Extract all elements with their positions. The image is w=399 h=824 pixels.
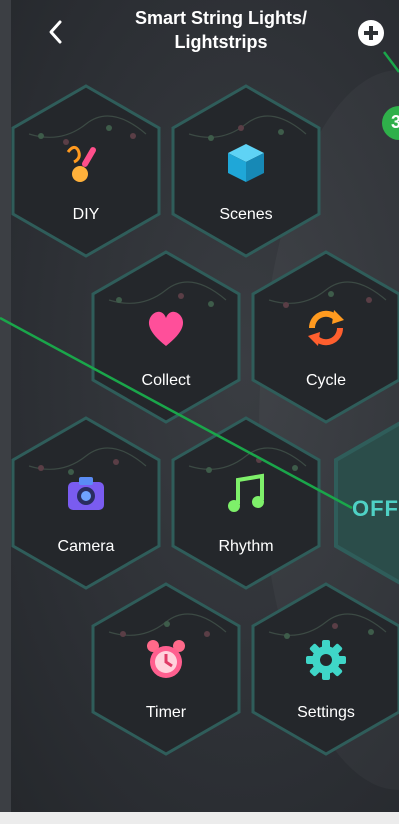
page-title: Smart String Lights/ Lightstrips: [71, 6, 371, 54]
page-title-line1: Smart String Lights/: [134, 8, 307, 28]
camera-icon: [68, 477, 104, 510]
music-note-icon: [228, 473, 264, 512]
tile-scenes[interactable]: Scenes: [171, 84, 321, 258]
tile-label: Collect: [141, 372, 191, 389]
tile-label: Scenes: [219, 206, 273, 223]
tile-diy[interactable]: DIY: [11, 84, 161, 258]
back-chevron-icon[interactable]: [45, 18, 67, 46]
add-icon[interactable]: [358, 20, 384, 46]
annotation-badge-label: 3: [391, 112, 399, 132]
tile-label: DIY: [72, 206, 100, 223]
power-off-label[interactable]: OFF: [352, 496, 399, 522]
tile-camera[interactable]: Camera: [11, 416, 161, 590]
gear-icon: [306, 640, 346, 680]
alarm-clock-icon: [147, 640, 185, 678]
app-screen: Smart String Lights/ Lightstrips DIY Sce…: [11, 0, 399, 812]
tile-rhythm[interactable]: Rhythm: [171, 416, 321, 590]
tile-label: Rhythm: [218, 538, 274, 555]
heart-icon: [148, 311, 184, 346]
tile-timer[interactable]: Timer: [91, 582, 241, 756]
bottom-strip: [0, 812, 399, 824]
tile-label: Cycle: [305, 372, 346, 389]
paintbrush-icon: [66, 145, 96, 182]
page-title-line2: Lightstrips: [174, 32, 268, 52]
cube-icon: [228, 144, 264, 182]
tile-collect[interactable]: Collect: [91, 250, 241, 424]
tile-settings[interactable]: Settings: [251, 582, 399, 756]
tile-label: Timer: [145, 704, 187, 721]
refresh-icon: [308, 310, 344, 346]
tile-label: Settings: [297, 704, 355, 721]
tile-cycle[interactable]: Cycle: [251, 250, 399, 424]
tile-label: Camera: [57, 538, 115, 555]
